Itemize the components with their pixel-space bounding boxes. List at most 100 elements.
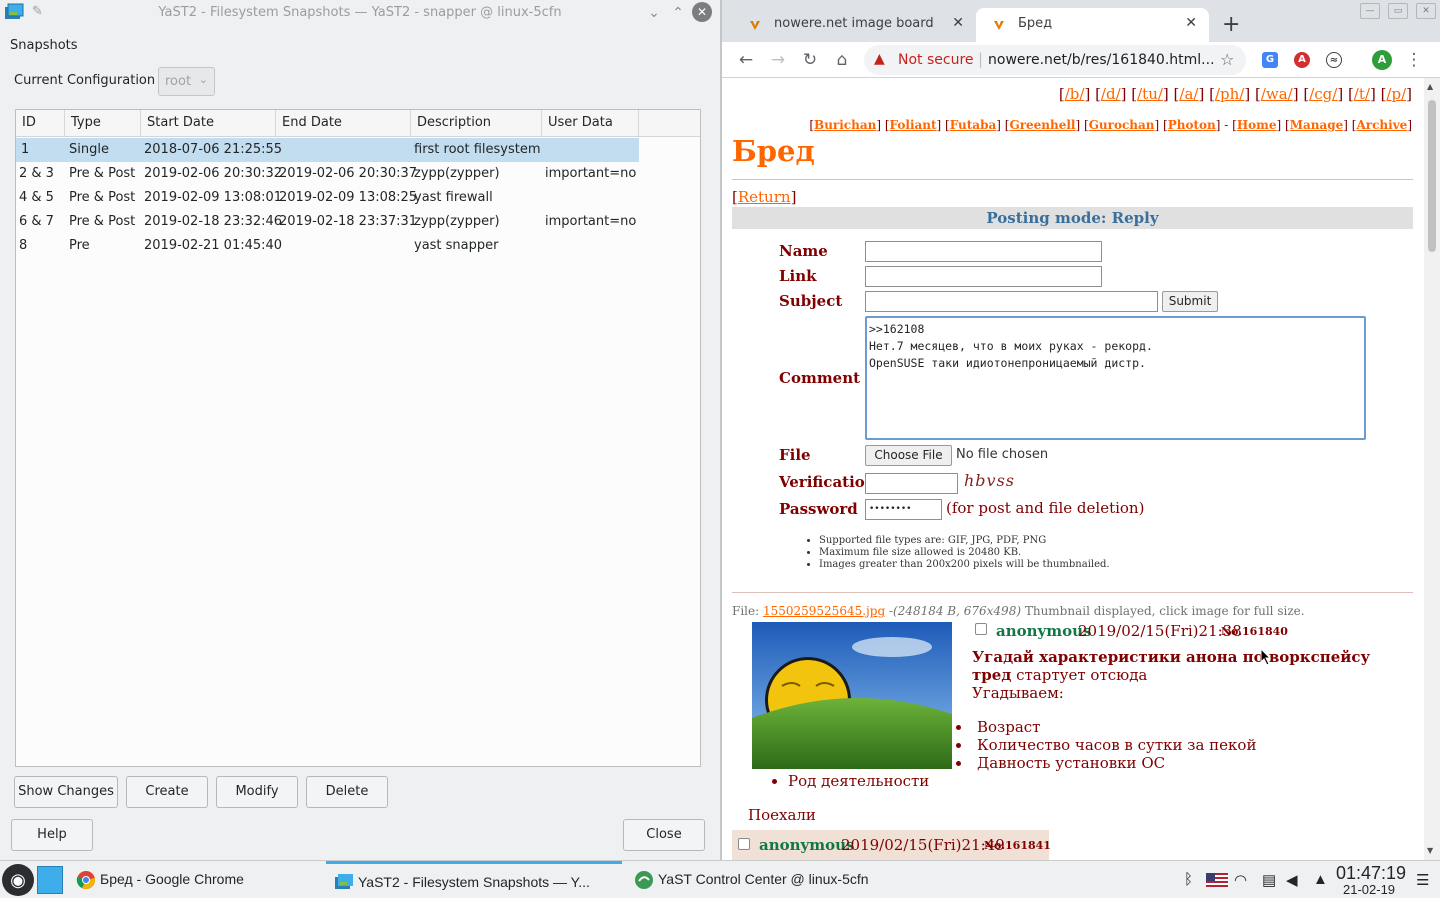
forward-icon[interactable]: → — [766, 48, 790, 72]
delete-button[interactable]: Delete — [306, 776, 388, 808]
close-window-icon[interactable]: ✕ — [1416, 3, 1436, 19]
create-button[interactable]: Create — [126, 776, 208, 808]
site-link[interactable]: Gurochan — [1089, 118, 1155, 132]
back-icon[interactable]: ← — [734, 48, 758, 72]
site-link[interactable]: Greenhell — [1009, 118, 1075, 132]
column-header-description[interactable]: Description — [411, 110, 542, 137]
snapshots-table[interactable]: ID Type Start Date End Date Description … — [15, 109, 701, 767]
table-row[interactable]: 8 Pre 2019-02-21 01:45:40 yast snapper — [16, 234, 639, 258]
file-link[interactable]: 1550259525645.jpg — [763, 604, 885, 618]
site-link[interactable]: Futaba — [950, 118, 997, 132]
desktop-pager[interactable] — [37, 866, 63, 894]
column-header-type[interactable]: Type — [65, 110, 141, 137]
column-header-id[interactable]: ID — [16, 110, 65, 137]
subject-input[interactable] — [865, 291, 1158, 312]
choose-file-button[interactable]: Choose File — [865, 445, 952, 466]
name-input[interactable] — [865, 241, 1102, 262]
application-launcher-icon[interactable]: ◉ — [2, 864, 34, 896]
page-scrollbar[interactable]: ▲ ▼ — [1424, 78, 1440, 860]
menu-kebab-icon[interactable]: ⋮ — [1402, 48, 1426, 72]
clipboard-icon[interactable]: ▤ — [1262, 871, 1276, 889]
show-changes-button[interactable]: Show Changes — [14, 776, 118, 808]
board-link[interactable]: /d/ — [1101, 85, 1121, 103]
site-link[interactable]: Manage — [1290, 118, 1344, 132]
table-row[interactable]: 1 Single 2018-07-06 21:25:55 first root … — [16, 138, 639, 162]
post-checkbox[interactable] — [975, 623, 987, 635]
maximize-icon[interactable]: ▭ — [1388, 3, 1408, 19]
modify-button[interactable]: Modify — [216, 776, 298, 808]
post-number[interactable]: No.161840 — [1221, 625, 1288, 638]
tab-bred[interactable]: Бред ✕ — [976, 8, 1209, 42]
column-header-start-date[interactable]: Start Date — [141, 110, 276, 137]
profile-avatar-icon[interactable]: A — [1372, 50, 1392, 70]
wifi-icon[interactable]: ◠ — [1234, 871, 1247, 889]
minimize-icon[interactable]: ⌄ — [644, 3, 664, 23]
task-chrome[interactable]: Бред - Google Chrome — [68, 861, 324, 898]
not-secure-label[interactable]: Not secure — [898, 52, 974, 68]
site-link[interactable]: Archive — [1356, 118, 1407, 132]
clock-date[interactable]: 21-02-19 — [1343, 882, 1395, 897]
maximize-icon[interactable]: ⌃ — [668, 3, 688, 23]
home-icon[interactable]: ⌂ — [830, 48, 854, 72]
close-window-icon[interactable]: ✕ — [692, 2, 712, 22]
close-button[interactable]: Close — [623, 819, 705, 851]
board-link[interactable]: /p/ — [1386, 85, 1406, 103]
password-input[interactable]: •••••••• — [865, 499, 942, 520]
address-bar[interactable]: ▲ Not secure | nowere.net/b/res/161840.h… — [864, 45, 1246, 75]
task-yast-snapshots[interactable]: YaST2 - Filesystem Snapshots — Y... — [326, 861, 622, 898]
warning-icon[interactable]: ▲ — [874, 51, 885, 67]
panel-menu-icon[interactable]: ☰ — [1416, 871, 1429, 889]
site-link[interactable]: Home — [1237, 118, 1277, 132]
verification-input[interactable] — [865, 473, 958, 494]
scroll-down-icon[interactable]: ▼ — [1427, 846, 1433, 855]
help-button[interactable]: Help — [11, 819, 93, 851]
translate-extension-icon[interactable]: G — [1262, 52, 1278, 68]
rule-item: Images greater than 200x200 pixels will … — [819, 559, 1110, 571]
password-hint: (for post and file deletion) — [946, 499, 1145, 517]
tab-close-icon[interactable]: ✕ — [952, 15, 964, 31]
board-link[interactable]: /b/ — [1065, 85, 1085, 103]
scrollbar-thumb[interactable] — [1428, 100, 1436, 252]
sync-extension-icon[interactable]: ≈ — [1326, 52, 1342, 68]
comment-textarea[interactable]: >>162108 Нет.7 месяцев, что в моих руках… — [865, 316, 1366, 440]
table-row[interactable]: 6 & 7 Pre & Post 2019-02-18 23:32:46 201… — [16, 210, 639, 234]
new-tab-icon[interactable]: + — [1222, 12, 1240, 37]
bookmark-star-icon[interactable]: ☆ — [1220, 50, 1234, 69]
yast-titlebar[interactable]: ✎ YaST2 - Filesystem Snapshots — YaST2 -… — [0, 0, 720, 26]
column-header-user-data[interactable]: User Data — [542, 110, 639, 137]
submit-button[interactable]: Submit — [1162, 291, 1218, 312]
volume-icon[interactable]: ◀ — [1286, 871, 1298, 889]
board-link[interactable]: /tu/ — [1137, 85, 1163, 103]
board-link[interactable]: /wa/ — [1261, 85, 1293, 103]
list-item: Количество часов в сутки за пекой — [956, 736, 1256, 754]
post-thumbnail[interactable] — [752, 622, 952, 769]
tab-nowere-board[interactable]: nowere.net image board ✕ — [732, 8, 976, 42]
tab-close-icon[interactable]: ✕ — [1185, 15, 1197, 31]
link-input[interactable] — [865, 266, 1102, 287]
site-link[interactable]: Burichan — [814, 118, 876, 132]
pin-icon[interactable]: ✎ — [32, 4, 43, 19]
reload-icon[interactable]: ↻ — [798, 48, 822, 72]
post-checkbox[interactable] — [738, 838, 750, 850]
board-link[interactable]: /a/ — [1179, 85, 1198, 103]
column-header-end-date[interactable]: End Date — [276, 110, 411, 137]
task-yast-control-center[interactable]: YaST Control Center @ linux-5cfn — [626, 861, 916, 898]
board-link[interactable]: /t/ — [1354, 85, 1370, 103]
board-link[interactable]: /ph/ — [1215, 85, 1244, 103]
keyboard-layout-flag-icon[interactable] — [1206, 873, 1228, 887]
table-row[interactable]: 4 & 5 Pre & Post 2019-02-09 13:08:01 201… — [16, 186, 639, 210]
clock-time[interactable]: 01:47:19 — [1336, 863, 1406, 884]
config-select[interactable]: root ⌄ — [158, 67, 215, 96]
minimize-icon[interactable]: — — [1360, 3, 1380, 19]
bluetooth-icon[interactable]: ᛒ — [1184, 871, 1193, 888]
adblock-extension-icon[interactable]: A — [1294, 52, 1310, 68]
tray-expand-icon[interactable]: ▲ — [1313, 871, 1328, 888]
board-link[interactable]: /cg/ — [1309, 85, 1337, 103]
post-number[interactable]: No.161841 — [984, 839, 1051, 852]
return-link[interactable]: Return — [738, 188, 791, 206]
table-row[interactable]: 2 & 3 Pre & Post 2019-02-06 20:30:32 201… — [16, 162, 639, 186]
site-link[interactable]: Photon — [1168, 118, 1216, 132]
url-text[interactable]: nowere.net/b/res/161840.html... — [988, 52, 1215, 68]
site-link[interactable]: Foliant — [890, 118, 937, 132]
scroll-up-icon[interactable]: ▲ — [1427, 82, 1433, 91]
